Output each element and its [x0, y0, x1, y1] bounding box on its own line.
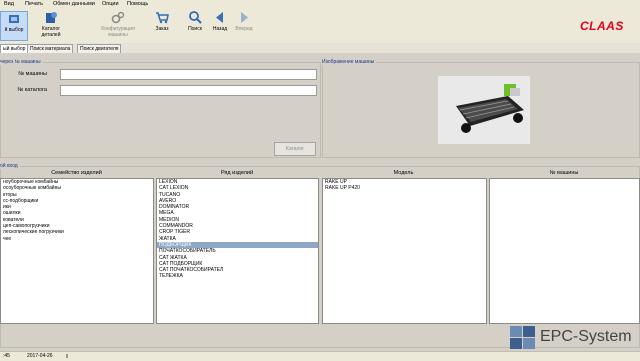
tab-material-search[interactable]: Поиск материала: [27, 44, 74, 53]
machine-image: [438, 76, 530, 144]
catalog-icon: [46, 12, 57, 23]
quick-entry-legend: ой вход: [0, 163, 20, 169]
back-icon: [216, 12, 223, 23]
order-button[interactable]: Заказ: [151, 11, 173, 32]
menu-data-exchange[interactable]: Обмен данными: [53, 1, 95, 7]
epc-logo-icon: [510, 326, 535, 349]
list-item[interactable]: чее: [1, 236, 153, 242]
search-button[interactable]: Поиск: [186, 11, 204, 32]
tab-quick-select[interactable]: ый выбор: [0, 44, 29, 53]
menu-bar: Вид Печать Обмен данными Опции Помощь: [0, 0, 640, 9]
parts-catalog-button[interactable]: Каталог деталей: [35, 11, 67, 38]
machine-image-panel: Изображение машины: [322, 59, 640, 158]
series-list[interactable]: LEXION CAT LEXION TUCANO AVERO DOMINATOR MEGA…: [156, 178, 319, 324]
tab-engine-search[interactable]: Поиск двигателя: [77, 44, 122, 53]
forward-icon: [241, 12, 248, 23]
search-icon: [189, 11, 202, 24]
list-item[interactable]: ТЕЛЕЖКА: [157, 273, 318, 279]
status-time: :45: [3, 353, 10, 359]
machine-config-button[interactable]: Конфигурация машины: [100, 11, 136, 38]
status-date: 2017-04-26: [27, 353, 53, 359]
menu-view[interactable]: Вид: [4, 1, 14, 7]
model-list[interactable]: RAKE UP RAKE UP P420: [322, 178, 487, 324]
tab-bar: ый выбор Поиск материала Поиск двигателя: [0, 43, 640, 53]
list-item[interactable]: RAKE UP P420: [323, 185, 486, 191]
machine-search-panel: через № машины № машины № каталога Катал…: [0, 59, 321, 158]
claas-logo: CLAAS: [580, 19, 624, 33]
gears-icon: [111, 11, 125, 24]
forward-button[interactable]: Вперед: [234, 11, 254, 32]
family-list[interactable]: ноуборочные комбайны осоуборочные комбайн…: [0, 178, 154, 324]
machine-image-legend: Изображение машины: [322, 59, 377, 65]
cart-icon: [156, 12, 169, 24]
toolbar: й выбор Каталог деталей Конфигурация маш…: [0, 9, 640, 44]
column-header-family: Семейство изделий: [51, 170, 102, 176]
back-button[interactable]: Назад: [211, 11, 229, 32]
catalog-number-input[interactable]: [60, 85, 317, 96]
epc-watermark-text: EPC-System: [540, 328, 632, 345]
catalog-button[interactable]: Каталог: [274, 142, 316, 156]
column-header-model: Модель: [393, 170, 414, 176]
menu-print[interactable]: Печать: [25, 1, 43, 7]
menu-help[interactable]: Помощь: [127, 1, 148, 7]
column-header-machine-number: № машины: [549, 170, 579, 176]
column-header-series: Ряд изделий: [220, 170, 254, 176]
russian-flag-icon: [66, 353, 78, 360]
epc-watermark: EPC-System: [510, 326, 640, 350]
quick-select-button[interactable]: й выбор: [0, 11, 28, 41]
machine-number-input[interactable]: [60, 69, 317, 80]
catalog-number-label: № каталога: [17, 87, 47, 93]
menu-options[interactable]: Опции: [102, 1, 119, 7]
machine-search-legend: через № машины: [0, 59, 43, 65]
home-icon: [9, 15, 19, 23]
machine-number-list[interactable]: [489, 178, 640, 324]
machine-number-label: № машины: [18, 71, 47, 77]
